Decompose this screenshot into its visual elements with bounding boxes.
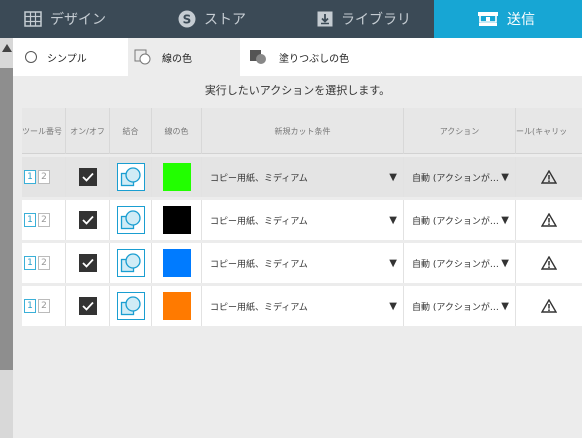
tab-library[interactable]: ライブラリ [290,0,434,38]
check-icon [81,215,94,225]
chevron-down-icon: ▼ [389,257,397,269]
combine-toggle[interactable] [116,163,145,191]
top-tab-bar: デザイン S ストア ライブラリ 送信 [0,0,582,38]
warning-icon[interactable] [541,299,557,313]
tab-design[interactable]: デザイン [0,0,145,38]
col-action: アクション [404,108,516,154]
combine-toggle[interactable] [116,292,145,320]
tab-send[interactable]: 送信 [434,0,582,38]
combine-icon [120,210,141,230]
mode-tabs: シンプル 線の色 塗りつぶしの色 [13,38,582,76]
scroll-up-arrow-icon[interactable] [2,44,12,52]
combine-toggle[interactable] [116,249,145,277]
tab-line-color-label: 線の色 [162,53,192,65]
instruction-text: 実行したいアクションを選択します。 [204,84,391,97]
col-line-color: 線の色 [152,108,202,154]
line-color-swatch [162,163,191,191]
cut-condition-dropdown[interactable]: コピー用紙、ミディアム ▼ [202,243,404,283]
chevron-down-icon: ▼ [501,214,509,226]
tab-library-label: ライブラリ [341,12,411,28]
tab-simple-label: シンプル [47,53,87,65]
line-color-swatch [162,206,191,234]
grid-icon [24,11,42,27]
tab-store[interactable]: S ストア [145,0,290,38]
check-icon [81,258,94,268]
table-header: ツール番号 オン/オフ 結合 線の色 新規カット条件 アクション ール(キャリッ [22,108,582,154]
col-combine: 結合 [110,108,152,154]
line-color-swatch [162,292,191,320]
on-off-checkbox[interactable] [78,254,97,272]
tab-fill-color[interactable]: 塗りつぶしの色 [240,38,400,76]
scrollbar-thumb[interactable] [0,68,13,370]
line-color-icon [134,49,152,65]
chevron-down-icon: ▼ [501,300,509,312]
chevron-down-icon: ▼ [389,214,397,226]
fill-color-icon [249,49,267,65]
warning-icon[interactable] [541,256,557,270]
table-row[interactable]: 1 2 コピー用紙、ミディアム ▼ 自動 (アクションが… ▼ [22,243,582,283]
cut-condition-dropdown[interactable]: コピー用紙、ミディアム ▼ [202,286,404,326]
radio-icon [25,51,37,63]
table-row[interactable]: 1 2 コピー用紙、ミディアム ▼ 自動 (アクションが… ▼ [22,200,582,240]
check-icon [81,172,94,182]
combine-toggle[interactable] [116,206,145,234]
tool-number-selector[interactable]: 1 2 [24,170,50,184]
tab-design-label: デザイン [50,12,106,28]
download-icon [317,11,333,27]
chevron-down-icon: ▼ [389,300,397,312]
cutter-icon [477,11,499,27]
left-panel-scrollbar[interactable] [0,38,13,438]
line-color-swatch [162,249,191,277]
svg-text:S: S [183,13,192,27]
action-dropdown[interactable]: 自動 (アクションが… ▼ [404,286,516,326]
col-cut-condition: 新規カット条件 [202,108,404,154]
action-dropdown[interactable]: 自動 (アクションが… ▼ [404,243,516,283]
warning-icon[interactable] [541,213,557,227]
tool-number-selector[interactable]: 1 2 [24,213,50,227]
table-row[interactable]: 1 2 コピー用紙、ミディアム ▼ 自動 (アクションが… ▼ [22,286,582,326]
combine-icon [120,296,141,316]
combine-icon [120,253,141,273]
col-on-off: オン/オフ [66,108,110,154]
combine-icon [120,167,141,187]
line-color-table: ツール番号 オン/オフ 結合 線の色 新規カット条件 アクション ール(キャリッ… [22,108,582,326]
on-off-checkbox[interactable] [78,297,97,315]
check-icon [81,301,94,311]
on-off-checkbox[interactable] [78,211,97,229]
cut-condition-dropdown[interactable]: コピー用紙、ミディアム ▼ [202,157,404,197]
on-off-checkbox[interactable] [78,168,97,186]
action-dropdown[interactable]: 自動 (アクションが… ▼ [404,157,516,197]
tab-store-label: ストア [204,12,246,28]
chevron-down-icon: ▼ [501,257,509,269]
chevron-down-icon: ▼ [389,171,397,183]
store-s-icon: S [178,10,196,28]
tab-fill-color-label: 塗りつぶしの色 [279,53,350,65]
tab-send-label: 送信 [507,12,535,28]
chevron-down-icon: ▼ [501,171,509,183]
col-tool-carriage: ール(キャリッ [516,126,568,136]
action-dropdown[interactable]: 自動 (アクションが… ▼ [404,200,516,240]
table-row[interactable]: 1 2 コピー用紙、ミディアム ▼ 自動 (アクションが… ▼ [22,157,582,197]
tab-line-color[interactable]: 線の色 [128,38,240,76]
tool-number-selector[interactable]: 1 2 [24,256,50,270]
warning-icon[interactable] [541,170,557,184]
tab-simple[interactable]: シンプル [13,38,128,76]
col-tool-number: ツール番号 [22,108,66,154]
cut-condition-dropdown[interactable]: コピー用紙、ミディアム ▼ [202,200,404,240]
tool-number-selector[interactable]: 1 2 [24,299,50,313]
